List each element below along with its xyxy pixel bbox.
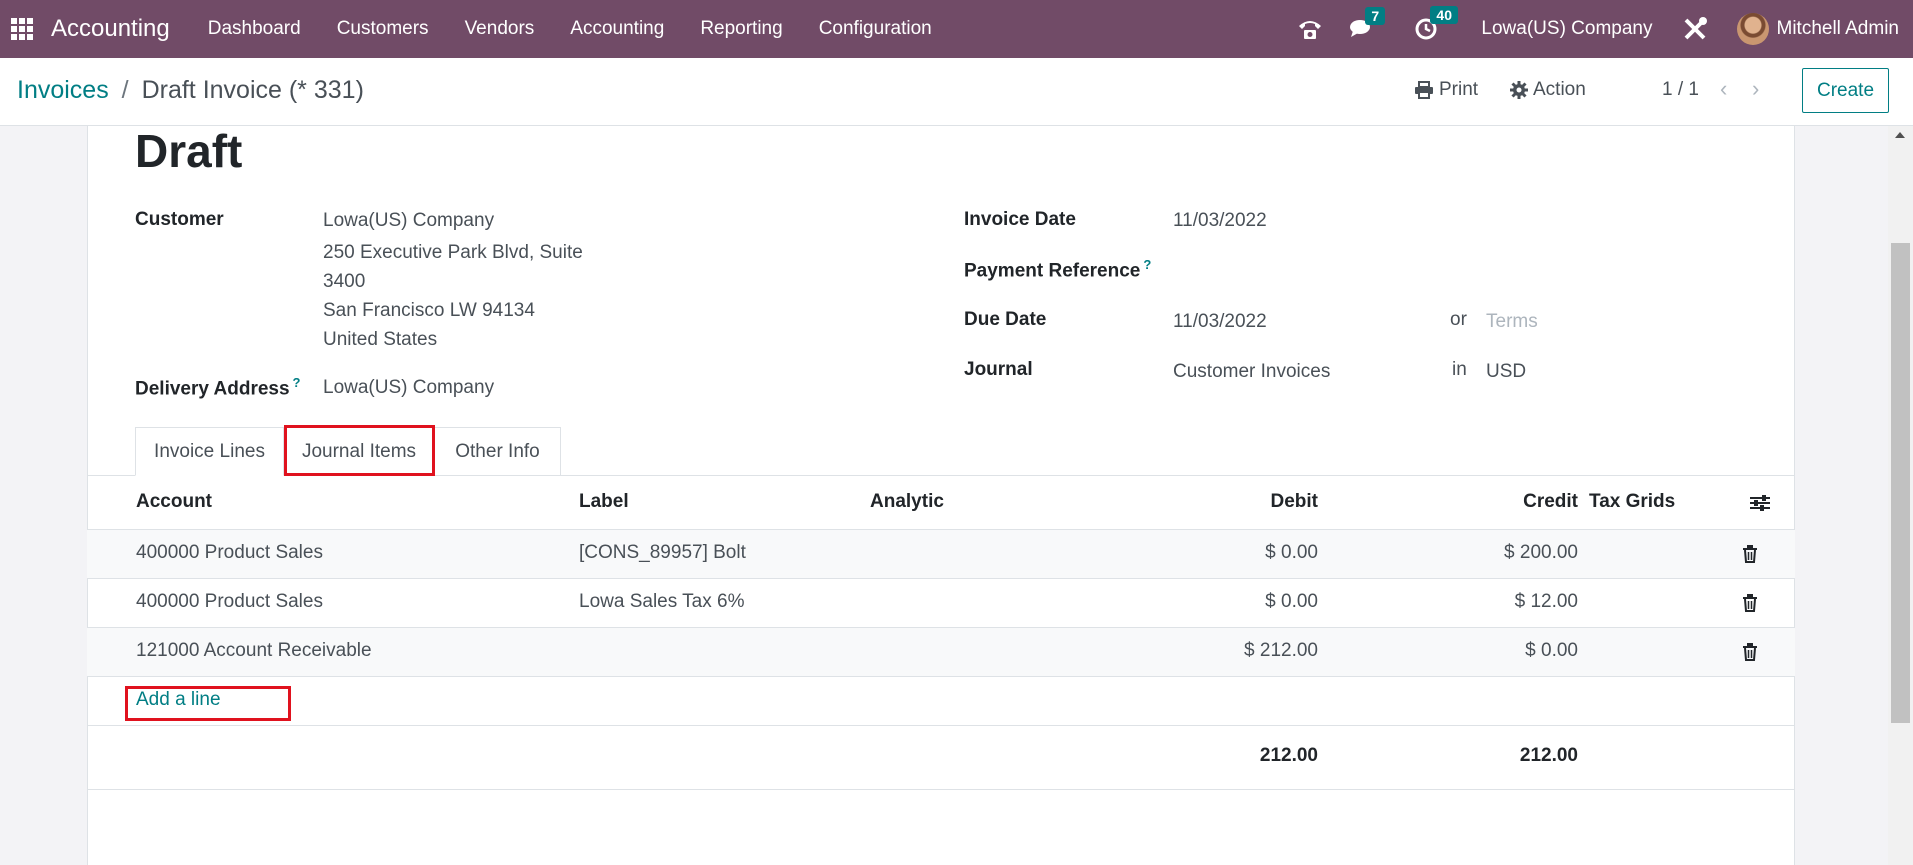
row-account[interactable]: 400000 Product Sales [136,542,323,564]
row-debit[interactable]: $ 0.00 [1118,591,1318,613]
clock-icon[interactable]: 40 [1414,6,1458,41]
column-account[interactable]: Account [136,491,212,513]
breadcrumb-current: Draft Invoice (* 331) [141,76,364,104]
customer-name[interactable]: Lowa(US) Company [323,206,583,235]
phone-icon[interactable] [1297,18,1323,40]
company-switcher[interactable]: Lowa(US) Company [1481,18,1652,40]
total-credit: 212.00 [1519,745,1578,766]
menu-reporting[interactable]: Reporting [682,18,800,40]
row-label[interactable]: [CONS_89957] Bolt [579,542,746,564]
column-label[interactable]: Label [579,491,629,513]
table-row[interactable]: 400000 Product Sales [CONS_89957] Bolt $… [87,529,1795,578]
invoice-status-title: Draft [135,125,243,177]
scroll-up-arrow-icon[interactable] [1895,132,1905,138]
payment-reference-label: Payment Reference? [964,257,1151,282]
user-menu[interactable]: Mitchell Admin [1777,18,1900,40]
delivery-address-label-text: Delivery Address [135,378,290,400]
payment-reference-field[interactable] [1173,255,1423,284]
pager-next-icon[interactable]: › [1752,76,1759,102]
column-tax-grids[interactable]: Tax Grids [1589,491,1675,513]
activities-count-badge: 40 [1430,6,1458,24]
print-icon [1415,81,1433,99]
menu-configuration[interactable]: Configuration [801,18,950,40]
create-button[interactable]: Create [1802,68,1889,113]
vertical-scrollbar[interactable] [1888,126,1913,865]
navbar-systray: 7 40 Lowa(US) Company Mitchell Admin [1284,0,1913,58]
add-line-link[interactable]: Add a line [136,689,221,711]
column-debit[interactable]: Debit [1218,491,1319,513]
column-analytic[interactable]: Analytic [870,491,944,513]
scroll-thumb[interactable] [1891,243,1910,723]
column-credit[interactable]: Credit [1478,491,1578,513]
print-button[interactable]: Print [1414,79,1478,101]
user-avatar[interactable] [1736,13,1769,45]
apps-grid-icon[interactable] [11,18,33,40]
messages-count-badge: 7 [1365,7,1386,25]
help-tooltip-icon[interactable]: ? [1143,257,1151,272]
trash-icon[interactable] [1742,545,1758,563]
customer-field[interactable]: Lowa(US) Company 250 Executive Park Blvd… [323,206,583,354]
pager-previous-icon[interactable]: ‹ [1720,76,1727,102]
trash-icon[interactable] [1742,594,1758,612]
row-debit[interactable]: $ 212.00 [1118,640,1318,662]
breadcrumb-invoices[interactable]: Invoices [17,76,109,104]
journal-label: Journal [964,359,1033,380]
invoice-date-field[interactable]: 11/03/2022 [1173,206,1267,235]
menu-customers[interactable]: Customers [319,18,447,40]
customer-address-line: United States [323,329,438,350]
breadcrumb-separator: / [121,76,129,104]
due-date-field[interactable]: 11/03/2022 [1173,307,1267,336]
delivery-address-field[interactable]: Lowa(US) Company [323,373,494,402]
journal-field[interactable]: Customer Invoices [1173,357,1330,386]
payment-reference-label-text: Payment Reference [964,260,1141,282]
table-row[interactable]: 121000 Account Receivable $ 212.00 $ 0.0… [87,627,1795,676]
trash-icon[interactable] [1742,643,1758,661]
row-credit[interactable]: $ 200.00 [1378,542,1578,564]
currency-field[interactable]: USD [1486,357,1526,386]
customer-address-line: 250 Executive Park Blvd, Suite [323,242,583,263]
payment-terms-field[interactable]: Terms [1486,307,1538,336]
totals-divider [87,725,1795,726]
breadcrumb: Invoices / Draft Invoice (* 331) [17,76,364,105]
gear-icon [1510,81,1528,99]
row-credit[interactable]: $ 0.00 [1378,640,1578,662]
app-brand[interactable]: Accounting [51,15,170,43]
row-debit[interactable]: $ 0.00 [1118,542,1318,564]
in-separator: in [1452,359,1467,380]
table-row[interactable]: 400000 Product Sales Lowa Sales Tax 6% $… [87,578,1795,627]
tab-invoice-lines[interactable]: Invoice Lines [135,427,284,476]
customer-address-line: 3400 [323,271,366,292]
menu-dashboard[interactable]: Dashboard [190,18,319,40]
menu-vendors[interactable]: Vendors [447,18,553,40]
control-panel: Invoices / Draft Invoice (* 331) Print A… [0,58,1913,126]
tools-icon[interactable] [1682,16,1708,42]
delivery-address-label: Delivery Address? [135,375,301,400]
row-account[interactable]: 121000 Account Receivable [136,640,372,662]
menu-accounting[interactable]: Accounting [552,18,682,40]
top-navbar: Accounting Dashboard Customers Vendors A… [0,0,1913,58]
help-tooltip-icon[interactable]: ? [293,375,301,390]
row-account[interactable]: 400000 Product Sales [136,591,323,613]
action-label: Action [1533,79,1586,100]
due-date-label: Due Date [964,309,1047,330]
table-bottom-divider [87,789,1795,790]
total-debit: 212.00 [1259,745,1318,766]
action-button[interactable]: Action [1510,79,1586,101]
row-divider [87,676,1795,677]
row-credit[interactable]: $ 12.00 [1378,591,1578,613]
customer-address-line: San Francisco LW 94134 [323,300,535,321]
customer-label: Customer [135,209,224,230]
invoice-date-label: Invoice Date [964,209,1076,230]
row-label[interactable]: Lowa Sales Tax 6% [579,591,744,613]
or-separator: or [1450,309,1467,330]
sliders-icon[interactable] [1749,494,1771,517]
tab-other-info[interactable]: Other Info [435,427,561,476]
pager-value[interactable]: 1 / 1 [1662,79,1699,101]
tab-journal-items[interactable]: Journal Items [284,427,435,476]
print-label: Print [1439,79,1479,100]
chat-icon[interactable]: 7 [1349,7,1386,40]
